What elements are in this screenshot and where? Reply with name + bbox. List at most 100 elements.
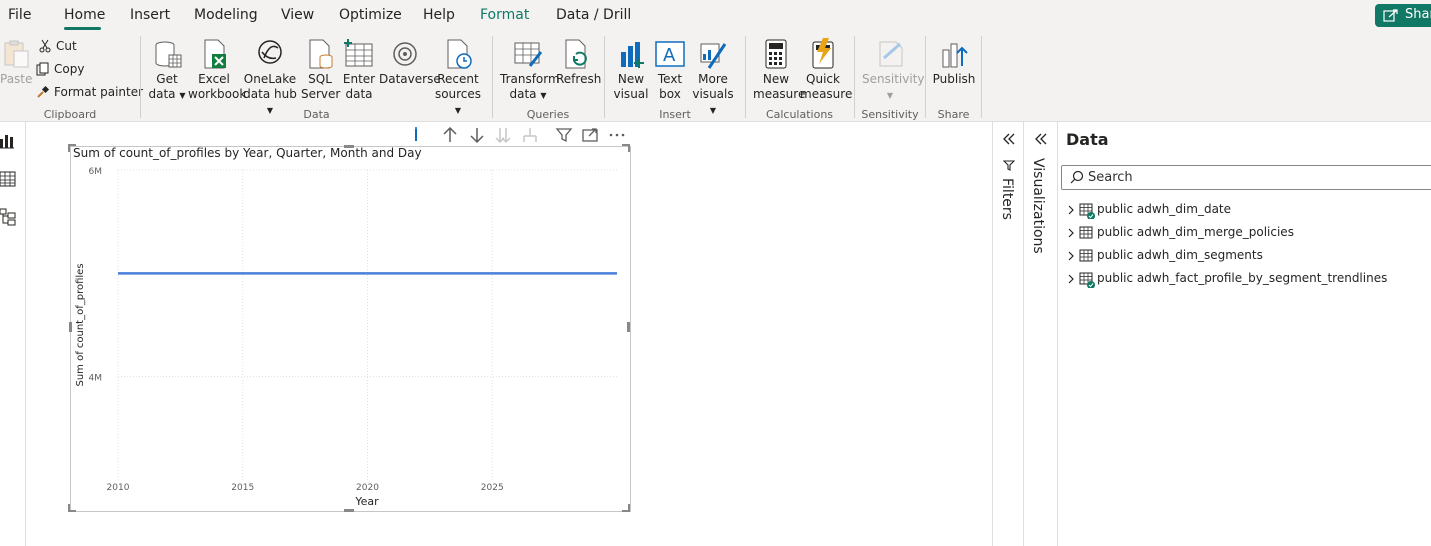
chevron-down-icon: ▼ xyxy=(179,91,186,100)
focus-mode-icon[interactable] xyxy=(581,126,599,144)
text-box-label-2: box xyxy=(659,87,681,101)
visualizations-pane[interactable]: Visualizations xyxy=(1024,122,1057,546)
text-box-label-1: Text xyxy=(657,72,683,86)
transform-data-button[interactable]: Transform data ▼ xyxy=(500,38,560,103)
menu-modeling[interactable]: Modeling xyxy=(194,7,258,23)
menu-format[interactable]: Format xyxy=(480,7,529,23)
get-data-label-2: data xyxy=(148,87,176,101)
table-name: public adwh_dim_segments xyxy=(1097,248,1263,262)
table-icon xyxy=(1079,249,1093,262)
sql-server-button[interactable]: SQL Server xyxy=(301,38,341,102)
table-item[interactable]: public adwh_dim_segments xyxy=(1064,246,1424,266)
filter-icon[interactable] xyxy=(555,126,573,144)
enter-data-button[interactable]: Enter data xyxy=(341,38,377,102)
text-box-button[interactable]: A Text box xyxy=(652,38,688,102)
more-options-icon[interactable] xyxy=(608,126,626,144)
resize-handle[interactable] xyxy=(68,144,70,152)
new-visual-button[interactable]: New visual xyxy=(612,38,650,102)
more-visuals-button[interactable]: More visuals ▼ xyxy=(690,38,736,118)
recent-sources-button[interactable]: Recent sources ▼ xyxy=(433,38,483,118)
sql-label-2: Server xyxy=(301,87,341,101)
publish-label: Publish xyxy=(932,72,976,86)
line-chart: 4M 6M 2010 2015 2020 2025 Year Sum of count_o… xyxy=(75,167,617,508)
quick-measure-label-2: measure xyxy=(800,87,853,101)
menu-bar: File Home Insert Modeling View Optimize … xyxy=(0,0,1431,32)
menu-home[interactable]: Home xyxy=(64,7,105,23)
share-button[interactable]: Share xyxy=(1375,4,1431,27)
menu-insert[interactable]: Insert xyxy=(130,7,170,23)
collapse-visualizations-icon[interactable] xyxy=(1034,132,1048,146)
recent-sources-icon xyxy=(447,39,472,69)
refresh-icon xyxy=(565,39,587,69)
new-measure-button[interactable]: New measure xyxy=(753,38,805,102)
cut-button[interactable]: Cut xyxy=(38,39,77,53)
drill-up-icon[interactable] xyxy=(441,126,459,144)
ribbon-separator xyxy=(925,36,926,118)
x-tick-label: 2020 xyxy=(356,483,379,493)
format-painter-button[interactable]: Format painter xyxy=(36,85,143,99)
dataverse-button[interactable]: Dataverse xyxy=(379,38,441,87)
quick-measure-label-1: Quick xyxy=(806,72,840,86)
data-group-label: Data xyxy=(303,108,330,121)
publish-button[interactable]: Publish xyxy=(932,38,976,87)
chevron-right-icon[interactable] xyxy=(1066,204,1076,216)
copy-label: Copy xyxy=(54,62,85,76)
chart-title: Sum of count_of_profiles by Year, Quarte… xyxy=(73,146,422,160)
visualizations-label: Visualizations xyxy=(1030,158,1046,254)
chevron-down-icon: ▼ xyxy=(540,91,547,100)
collapse-filters-icon[interactable] xyxy=(1002,132,1016,146)
chevron-right-icon[interactable] xyxy=(1066,273,1076,285)
model-view-icon[interactable] xyxy=(0,208,18,226)
menu-help[interactable]: Help xyxy=(423,7,455,23)
onelake-icon xyxy=(258,40,282,64)
report-view-icon[interactable] xyxy=(0,132,18,150)
menu-file[interactable]: File xyxy=(8,7,31,23)
copy-button[interactable]: Copy xyxy=(36,62,84,76)
quick-measure-button[interactable]: Quick measure xyxy=(800,38,853,102)
refresh-button[interactable]: Refresh xyxy=(556,38,601,87)
get-data-button[interactable]: Get data ▼ xyxy=(148,38,186,103)
calculator-icon xyxy=(765,39,787,69)
dataverse-icon xyxy=(393,42,417,66)
recent-label-2: sources xyxy=(434,87,482,101)
enter-data-label-1: Enter xyxy=(342,72,376,86)
table-item[interactable]: public adwh_fact_profile_by_segment_tren… xyxy=(1064,269,1424,289)
drill-info-icon[interactable] xyxy=(407,126,425,144)
excel-label-1: Excel xyxy=(198,72,230,86)
data-search-input[interactable] xyxy=(1088,168,1418,186)
table-view-icon[interactable] xyxy=(0,170,18,188)
resize-handle[interactable] xyxy=(628,144,630,152)
menu-data-drill[interactable]: Data / Drill xyxy=(556,7,631,23)
y-tick-label: 4M xyxy=(89,374,103,384)
paste-button[interactable]: Paste xyxy=(0,38,32,87)
more-visuals-label-1: More xyxy=(698,72,728,86)
menu-view[interactable]: View xyxy=(281,7,314,23)
table-item[interactable]: public adwh_dim_merge_policies xyxy=(1064,223,1424,243)
ribbon-separator xyxy=(981,36,982,118)
sensitivity-icon xyxy=(879,41,903,67)
view-switcher xyxy=(0,122,26,546)
table-item[interactable]: public adwh_dim_date xyxy=(1064,200,1424,220)
ribbon-separator xyxy=(604,36,605,118)
share-label: Share xyxy=(1405,7,1431,22)
drill-down-icon[interactable] xyxy=(468,126,486,144)
dataverse-label: Dataverse xyxy=(379,72,441,86)
format-painter-label: Format painter xyxy=(54,85,144,99)
sensitivity-button[interactable]: Sensitivity ▼ xyxy=(862,38,924,103)
go-to-next-level-icon[interactable] xyxy=(494,126,512,144)
transform-label-2: data xyxy=(509,87,537,101)
excel-workbook-button[interactable]: Excel workbook xyxy=(188,38,246,102)
chevron-right-icon[interactable] xyxy=(1066,227,1076,239)
enter-data-label-2: data xyxy=(345,87,373,101)
svg-text:A: A xyxy=(663,45,676,66)
expand-hierarchy-icon[interactable] xyxy=(521,126,539,144)
transform-label-1: Transform xyxy=(500,72,560,86)
table-icon xyxy=(1079,203,1095,219)
menu-optimize[interactable]: Optimize xyxy=(339,7,402,23)
onelake-data-hub-button[interactable]: OneLake data hub ▼ xyxy=(242,38,298,118)
ribbon-separator xyxy=(854,36,855,118)
get-data-label-1: Get xyxy=(156,72,178,86)
chevron-right-icon[interactable] xyxy=(1066,250,1076,262)
filters-pane[interactable]: Filters xyxy=(993,122,1023,546)
new-visual-label-2: visual xyxy=(613,87,649,101)
